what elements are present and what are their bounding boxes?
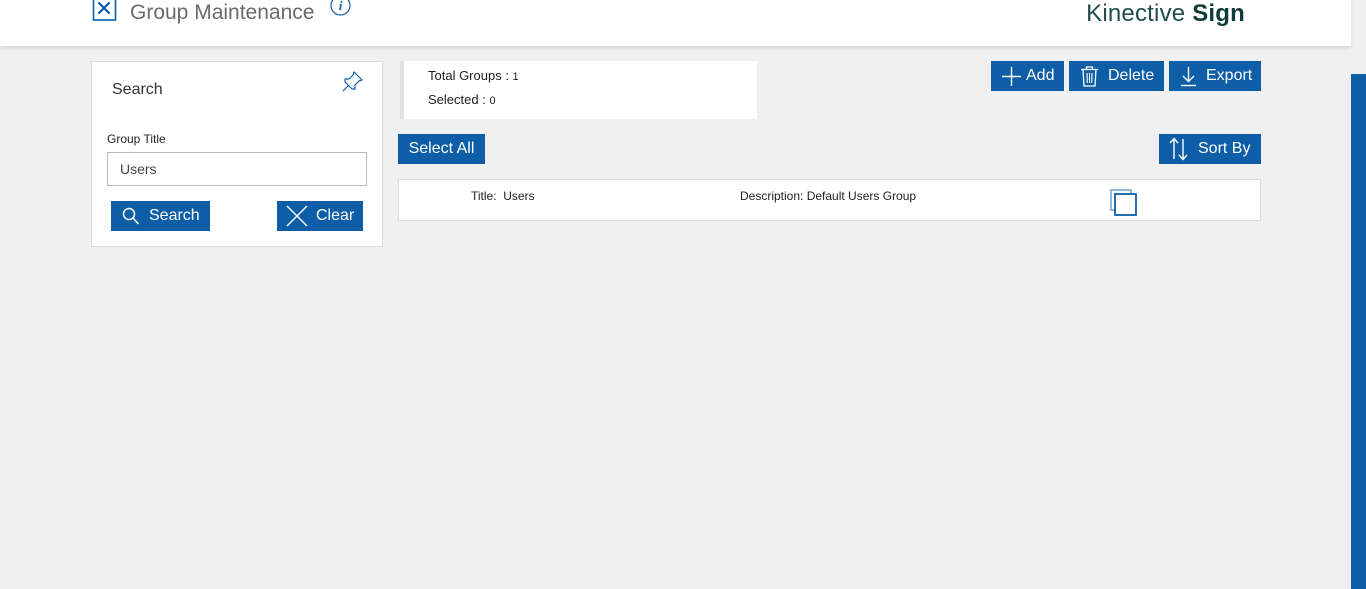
search-icon — [122, 207, 140, 226]
title-label: Title: — [471, 189, 497, 203]
search-panel: Search Group Title Search Clear — [91, 61, 383, 247]
title-cell: Title: Users — [471, 189, 535, 203]
trash-icon — [1080, 65, 1099, 87]
add-button-label: Add — [1026, 67, 1055, 84]
title-value: Users — [503, 189, 535, 203]
svg-text:i: i — [339, 0, 343, 13]
copy-icon[interactable] — [1110, 189, 1137, 216]
description-cell: Description: Default Users Group — [740, 189, 916, 203]
add-button[interactable]: Add — [991, 61, 1064, 91]
sort-icon — [1169, 137, 1188, 161]
search-panel-title: Search — [112, 81, 163, 98]
select-all-label: Select All — [408, 140, 475, 157]
close-icon — [286, 205, 308, 227]
export-button[interactable]: Export — [1169, 61, 1261, 91]
selected-label: Selected : — [428, 92, 490, 107]
export-button-label: Export — [1206, 67, 1253, 84]
sort-by-button[interactable]: Sort By — [1159, 134, 1261, 164]
selected-value: 0 — [489, 95, 496, 107]
delete-button-label: Delete — [1108, 67, 1155, 84]
group-title-input[interactable] — [107, 152, 367, 186]
group-title-label: Group Title — [107, 132, 166, 146]
description-label: Description: — [740, 189, 804, 203]
pin-icon[interactable] — [342, 70, 364, 94]
table-row[interactable]: Title: Users Description: Default Users … — [398, 179, 1261, 221]
plus-icon — [1001, 66, 1022, 87]
brand-light: Kinective — [1086, 0, 1186, 27]
total-groups: Total Groups : 1 — [428, 68, 519, 83]
sort-by-label: Sort By — [1198, 140, 1251, 157]
total-groups-label: Total Groups : — [428, 68, 513, 83]
page-title: Group Maintenance — [130, 1, 315, 24]
search-button-label: Search — [149, 207, 200, 224]
brand-logo: Kinective Sign — [1086, 0, 1245, 28]
total-groups-value: 1 — [512, 71, 519, 83]
tools-icon — [92, 0, 118, 22]
group-stats: Total Groups : 1 Selected : 0 — [400, 61, 757, 119]
selected-count: Selected : 0 — [428, 92, 496, 107]
download-icon — [1180, 66, 1197, 87]
brand-bold: Sign — [1192, 0, 1245, 27]
description-value: Default Users Group — [806, 189, 917, 203]
select-all-button[interactable]: Select All — [398, 134, 485, 164]
clear-button-label: Clear — [316, 207, 355, 224]
delete-button[interactable]: Delete — [1069, 61, 1164, 91]
info-icon[interactable]: i — [330, 0, 351, 16]
scrollbar[interactable] — [1351, 74, 1366, 589]
top-header: Group Maintenance i Kinective Sign — [0, 0, 1351, 46]
clear-button[interactable]: Clear — [277, 201, 363, 231]
search-button[interactable]: Search — [111, 201, 210, 231]
